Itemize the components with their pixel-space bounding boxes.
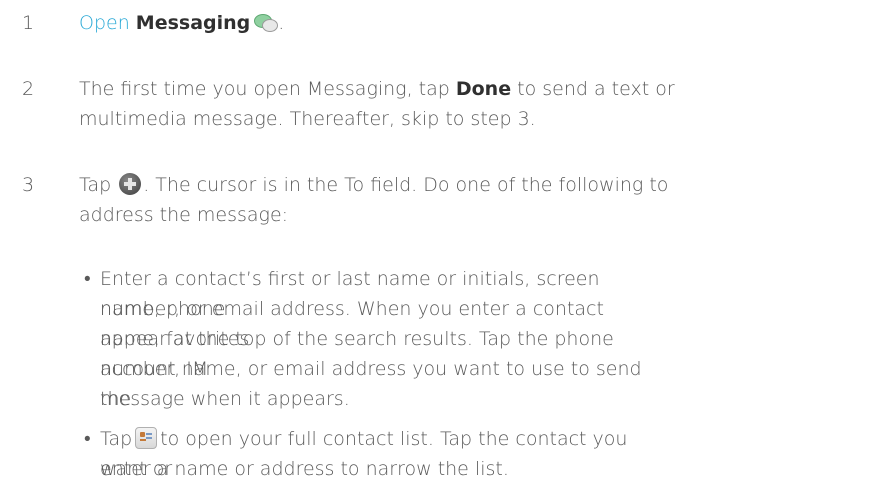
- step-text-line-1: Tap . The cursor is in the To field. Do …: [79, 173, 669, 196]
- contacts-icon: [135, 427, 158, 449]
- bullet-line: message when it appears.: [100, 388, 350, 410]
- step-text-line-2: multimedia message. Thereafter, skip to …: [79, 108, 536, 130]
- step-number: 2: [22, 78, 35, 100]
- done-label: Done: [455, 78, 512, 100]
- step-text-line-1: The first time you open Messaging, tap D…: [79, 78, 675, 100]
- step-number: 3: [22, 174, 35, 196]
- app-name: Messaging: [135, 12, 251, 34]
- step-text-line-2: address the message:: [79, 204, 289, 226]
- step-text: Open Messaging.: [79, 12, 285, 34]
- instructions-page: 1 Open Messaging. 2 The first time you o…: [0, 0, 873, 489]
- step-number: 1: [22, 12, 35, 34]
- bullet-dot: •: [84, 268, 91, 290]
- bullet-line: enter a name or address to narrow the li…: [100, 458, 509, 480]
- bullet-dot: •: [84, 428, 91, 450]
- open-link[interactable]: Open: [79, 12, 130, 34]
- new-message-icon: [119, 173, 142, 195]
- messaging-icon: [254, 14, 279, 32]
